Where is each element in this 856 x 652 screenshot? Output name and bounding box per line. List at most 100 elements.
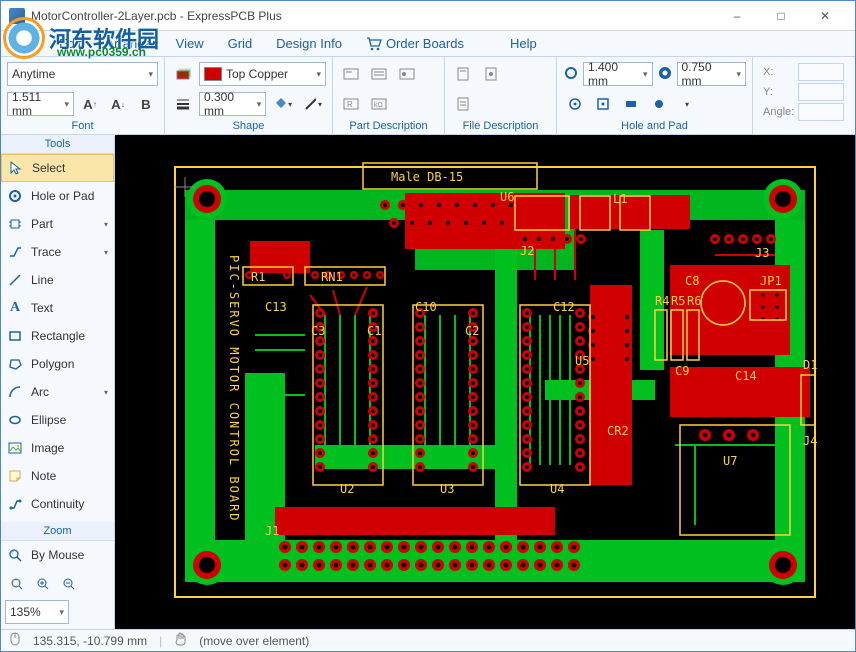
svg-text:C3: C3: [311, 324, 325, 338]
font-family-value: Anytime: [12, 67, 55, 81]
zoom-out-button[interactable]: [57, 572, 81, 596]
rectangle-icon: [7, 328, 23, 344]
coord-x-label: X:: [763, 66, 794, 78]
line-width-combo[interactable]: 0.300 mm▾: [199, 92, 266, 116]
sidebar: Tools Select Hole or Pad Part▾ Trace▾ Li…: [1, 135, 115, 629]
part-desc-btn5[interactable]: kΩ: [367, 92, 391, 116]
hole-size-value: 1.400 mm: [588, 60, 639, 88]
polygon-icon: [7, 356, 23, 372]
font-size-combo[interactable]: 1.511 mm▾: [7, 92, 74, 116]
zoom-by-mouse[interactable]: By Mouse: [1, 541, 114, 569]
ribbon-part-desc-label: Part Description: [339, 118, 438, 132]
svg-text:C12: C12: [553, 300, 575, 314]
svg-text:Male DB-15: Male DB-15: [391, 170, 463, 184]
menu-grid[interactable]: Grid: [216, 31, 265, 56]
coord-y-input[interactable]: [798, 83, 844, 101]
tool-rectangle[interactable]: Rectangle: [1, 322, 114, 350]
coord-x-input[interactable]: [798, 63, 844, 81]
tool-ellipse[interactable]: Ellipse: [1, 406, 114, 434]
statusbar: 135.315, -10.799 mm | (move over element…: [1, 629, 855, 651]
menu-view[interactable]: View: [164, 31, 216, 56]
arc-icon: [7, 384, 23, 400]
shape-layer-button[interactable]: [171, 62, 195, 86]
tool-continuity[interactable]: Continuity: [1, 490, 114, 518]
svg-text:R5: R5: [671, 294, 685, 308]
file-desc-btn1[interactable]: [451, 62, 475, 86]
close-button[interactable]: ✕: [803, 1, 847, 31]
svg-text:U2: U2: [340, 482, 354, 496]
svg-text:JP1: JP1: [760, 274, 782, 288]
tool-part[interactable]: Part▾: [1, 210, 114, 238]
cursor-icon: [8, 160, 24, 176]
tool-arc[interactable]: Arc▾: [1, 378, 114, 406]
menu-order-boards[interactable]: Order Boards: [354, 31, 476, 56]
hole-pad-icon: [7, 188, 23, 204]
tool-note[interactable]: Note: [1, 462, 114, 490]
pad-shape-smd[interactable]: [619, 92, 643, 116]
ribbon-font-label: Font: [7, 118, 158, 132]
fill-color-button[interactable]: ▾: [270, 92, 296, 116]
hole-icon: [563, 65, 579, 84]
tool-select[interactable]: Select: [1, 154, 114, 182]
font-family-combo[interactable]: Anytime▾: [7, 62, 158, 86]
ribbon-hole-pad-label: Hole and Pad: [563, 118, 746, 132]
menu-arrange[interactable]: Arrange: [93, 31, 163, 56]
tool-trace[interactable]: Trace▾: [1, 238, 114, 266]
ribbon-shape-label: Shape: [171, 118, 326, 132]
menu-design-info[interactable]: Design Info: [264, 31, 354, 56]
part-desc-btn2[interactable]: [367, 62, 391, 86]
layer-color-swatch: [204, 67, 222, 81]
layer-combo[interactable]: Top Copper▾: [199, 62, 326, 86]
svg-text:RN1: RN1: [321, 270, 343, 284]
ribbon-group-coords: X: Y: Angle:: [753, 57, 855, 134]
tool-hole-pad[interactable]: Hole or Pad: [1, 182, 114, 210]
layer-value: Top Copper: [226, 67, 288, 81]
menu-help[interactable]: Help: [498, 31, 549, 56]
maximize-button[interactable]: □: [759, 1, 803, 31]
part-desc-btn4[interactable]: R: [339, 92, 363, 116]
zoom-level-value: 135%: [10, 605, 41, 619]
minimize-button[interactable]: –: [715, 1, 759, 31]
pad-shape-square[interactable]: [591, 92, 615, 116]
tool-polygon[interactable]: Polygon: [1, 350, 114, 378]
line-color-button[interactable]: ▾: [300, 92, 326, 116]
titlebar: MotorController-2Layer.pcb - ExpressPCB …: [1, 1, 855, 31]
part-desc-btn1[interactable]: [339, 62, 363, 86]
pad-shape-round[interactable]: [563, 92, 587, 116]
part-desc-btn3[interactable]: [395, 62, 419, 86]
font-increase-button[interactable]: A↑: [78, 92, 102, 116]
status-hint: (move over element): [199, 634, 309, 648]
cart-icon: [366, 37, 382, 51]
ribbon-group-hole-pad: 1.400 mm▾ 0.750 mm▾ ▾ Hole and Pad: [557, 57, 753, 134]
hole-size-combo[interactable]: 1.400 mm▾: [583, 62, 653, 86]
zoom-level-combo[interactable]: 135%▾: [5, 600, 69, 624]
menu-edit[interactable]: Edit: [47, 31, 93, 56]
svg-text:R4: R4: [655, 294, 669, 308]
tool-image[interactable]: Image: [1, 434, 114, 462]
pcb-canvas[interactable]: Male DB-15 PIC-SERVO MOTOR CONTROL BOARD…: [115, 135, 855, 629]
coord-y-label: Y:: [763, 86, 794, 98]
file-desc-btn3[interactable]: [451, 92, 475, 116]
image-icon: [7, 440, 23, 456]
svg-text:L1: L1: [613, 192, 627, 206]
zoom-in-button[interactable]: [31, 572, 55, 596]
window-title: MotorController-2Layer.pcb - ExpressPCB …: [31, 9, 715, 23]
svg-text:U4: U4: [550, 482, 564, 496]
svg-text:U7: U7: [723, 454, 737, 468]
pad-shape-via[interactable]: [647, 92, 671, 116]
font-bold-button[interactable]: B: [134, 92, 158, 116]
tool-line[interactable]: Line: [1, 266, 114, 294]
ribbon-group-font: Anytime▾ 1.511 mm▾ A↑ A↓ B Font: [1, 57, 165, 134]
zoom-fit-button[interactable]: [5, 572, 29, 596]
pad-size-value: 0.750 mm: [682, 60, 733, 88]
file-desc-btn2[interactable]: [479, 62, 503, 86]
app-icon: [9, 8, 25, 24]
pad-size-combo[interactable]: 0.750 mm▾: [677, 62, 747, 86]
text-icon: A: [7, 300, 23, 316]
font-decrease-button[interactable]: A↓: [106, 92, 130, 116]
coord-angle-input[interactable]: [798, 103, 844, 121]
line-weight-button[interactable]: [171, 92, 195, 116]
ellipse-icon: [7, 412, 23, 428]
tool-text[interactable]: AText: [1, 294, 114, 322]
pad-more[interactable]: ▾: [675, 92, 699, 116]
